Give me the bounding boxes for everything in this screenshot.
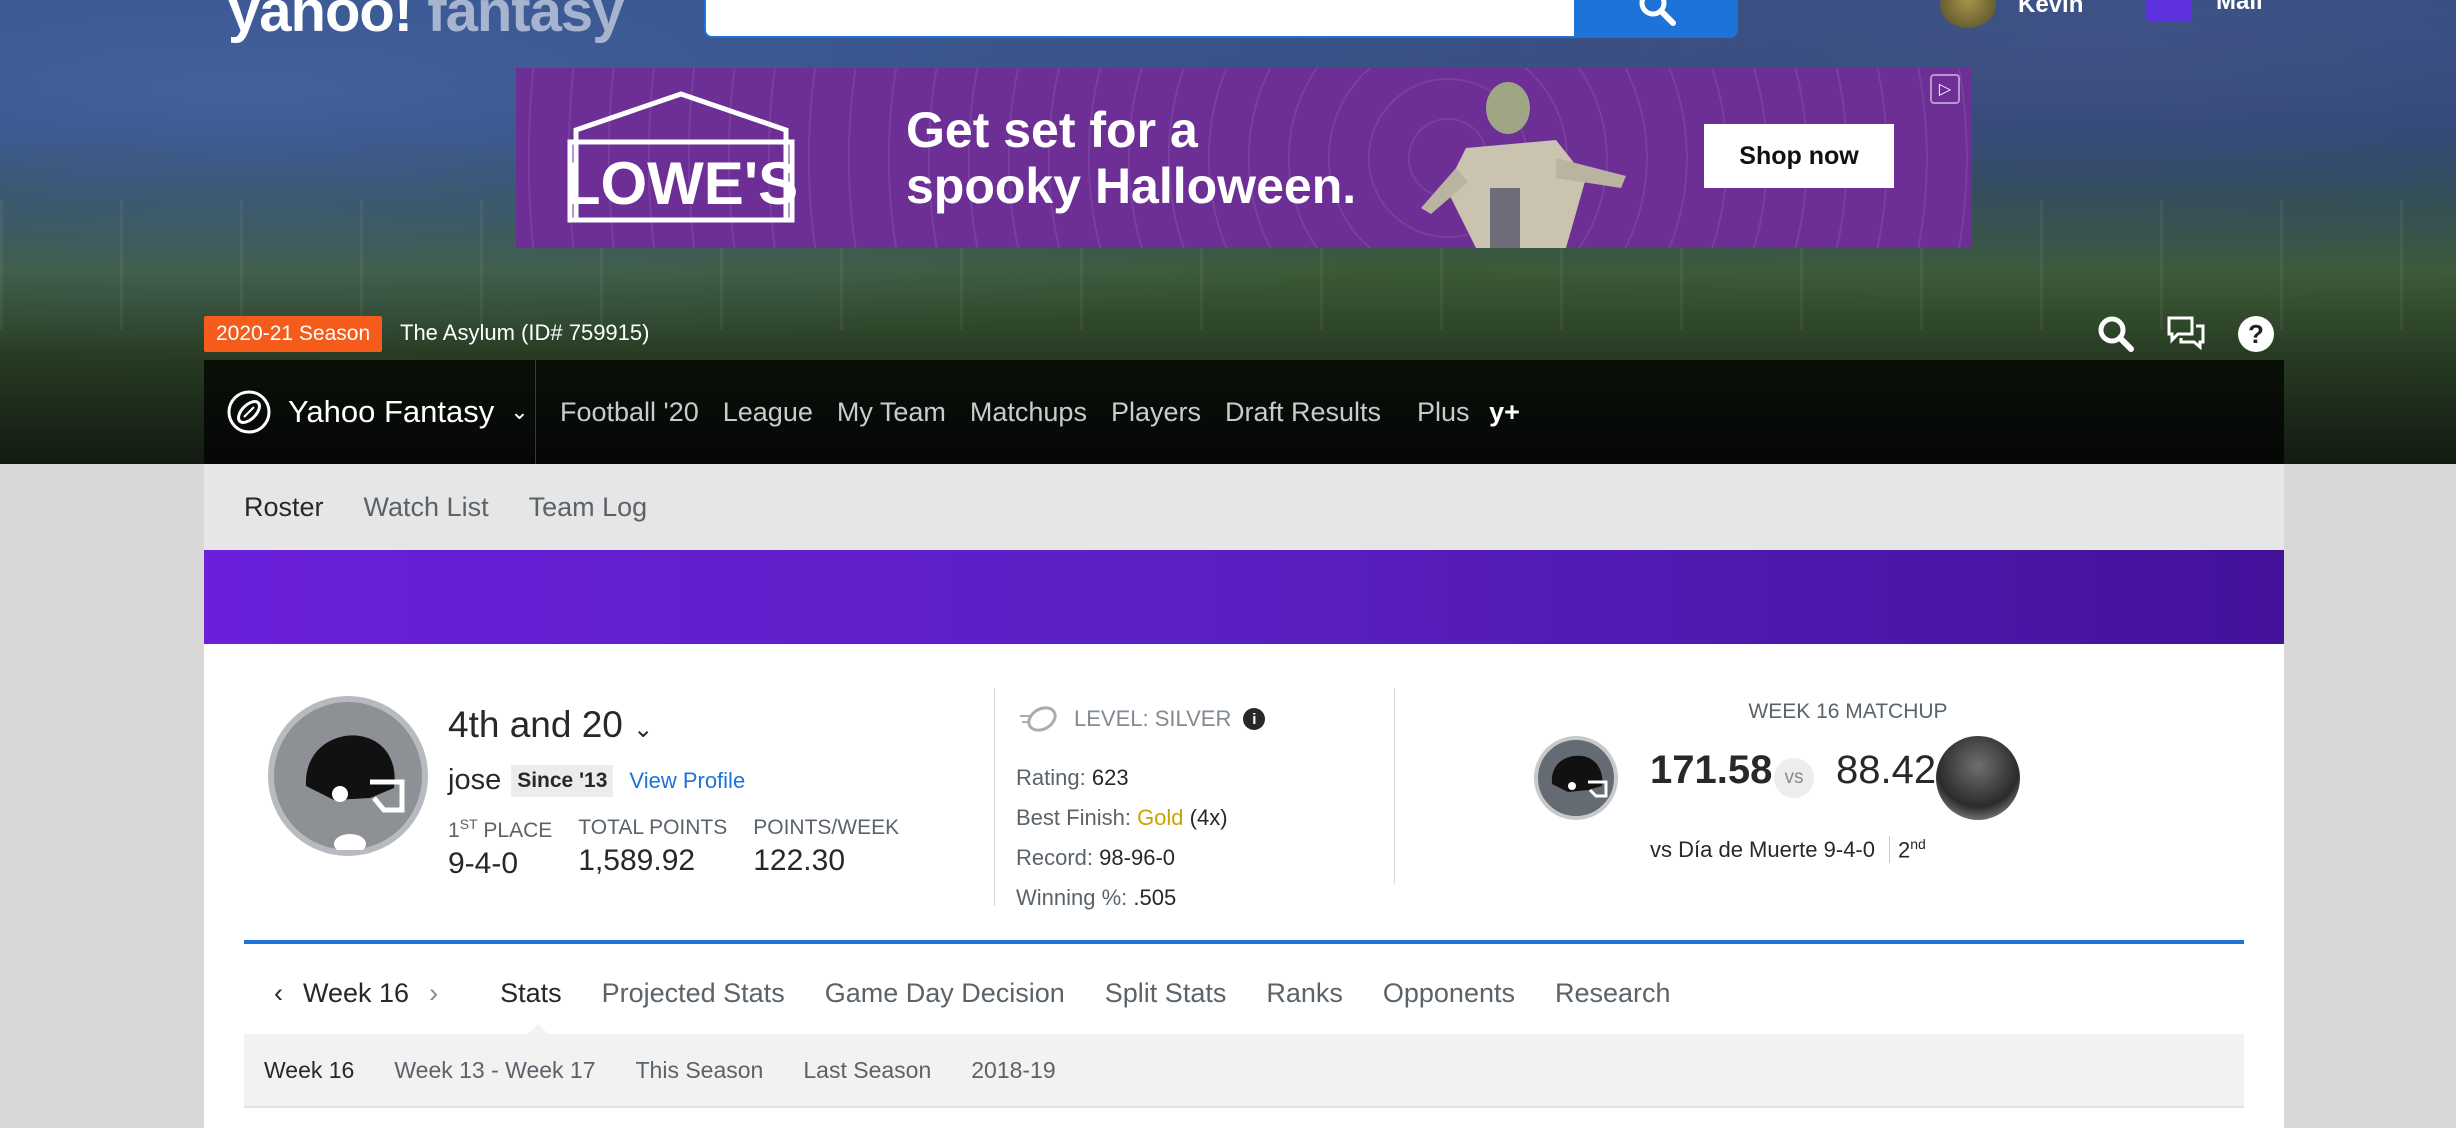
tab-game-day-decision[interactable]: Game Day Decision: [825, 978, 1065, 1009]
tab-roster[interactable]: Roster: [244, 492, 324, 523]
lowes-logo: LOWE'S: [564, 91, 798, 223]
shop-now-button[interactable]: Shop now: [1704, 124, 1894, 188]
opponent-rank: 2nd: [1888, 836, 1926, 864]
divider: [994, 688, 995, 906]
team-record: 9-4-0: [448, 847, 519, 880]
tab-ranks[interactable]: Ranks: [1266, 978, 1343, 1009]
yahoo-fantasy-menu[interactable]: Yahoo Fantasy ⌄: [204, 360, 536, 464]
tab-stats[interactable]: Stats: [500, 978, 562, 1009]
tab-projected-stats[interactable]: Projected Stats: [602, 978, 785, 1009]
section-divider: [244, 940, 2244, 944]
mail-icon: [2146, 0, 2192, 22]
chevron-down-icon: ⌄: [633, 716, 654, 743]
owner-info: jose Since '13 View Profile: [448, 764, 745, 797]
tab-split-stats[interactable]: Split Stats: [1105, 978, 1227, 1009]
divider: [1394, 688, 1395, 884]
league-name[interactable]: The Asylum (ID# 759915): [400, 320, 649, 346]
my-team-avatar[interactable]: [1534, 736, 1618, 820]
zombie-image: [1421, 82, 1626, 248]
record-row: Record: 98-96-0: [1016, 845, 1176, 870]
help-icon[interactable]: ?: [2236, 314, 2276, 359]
tab-research[interactable]: Research: [1555, 978, 1671, 1009]
main-nav: Yahoo Fantasy ⌄ Football '20 League My T…: [204, 360, 2284, 464]
chat-icon[interactable]: [2166, 314, 2206, 359]
nav-league[interactable]: League: [711, 397, 825, 428]
team-avatar[interactable]: [268, 696, 428, 856]
week-label: Week 16: [303, 978, 410, 1008]
vs-badge: vs: [1774, 758, 1814, 798]
total-points-value: 1,589.92: [578, 844, 696, 877]
search-input[interactable]: [704, 0, 1576, 38]
nav-players[interactable]: Players: [1099, 397, 1213, 428]
user-name: Kevin: [2018, 0, 2084, 18]
stats-tabs: ‹ Week 16 › Stats Projected Stats Game D…: [244, 978, 1671, 1009]
football-icon: [227, 390, 271, 434]
yahoo-fantasy-logo[interactable]: yahoo! fantasy: [228, 0, 624, 45]
svg-text:?: ?: [2248, 319, 2264, 349]
nav-draft-results[interactable]: Draft Results: [1213, 397, 1393, 428]
mail-link[interactable]: Mail: [2146, 0, 2263, 22]
svg-text:LOWE'S: LOWE'S: [564, 150, 798, 217]
winning-pct-row: Winning %: .505: [1016, 885, 1177, 910]
points-week-label: POINTS/WEEK: [753, 816, 900, 839]
ad-headline: Get set for a spooky Halloween.: [906, 102, 1357, 214]
sub-nav: Roster Watch List Team Log: [204, 464, 2284, 550]
opponent-name: vs Día de Muerte 9-4-0: [1650, 836, 1875, 862]
team-stats: 1ST PLACE 9-4-0 TOTAL POINTS 1,589.92 PO…: [448, 816, 899, 881]
level-info: LEVEL: SILVER i: [1018, 704, 1266, 734]
period-last-season[interactable]: Last Season: [803, 1057, 931, 1084]
best-finish-row: Best Finish: Gold (4x): [1016, 805, 1228, 830]
search-button[interactable]: [1576, 0, 1738, 38]
brand-label: Yahoo Fantasy: [288, 394, 495, 429]
content-panel: Roster Watch List Team Log 4th and 20 ⌄ …: [204, 464, 2284, 1128]
team-banner: [204, 550, 2284, 644]
mail-label: Mail: [2216, 0, 2263, 15]
period-2018-19[interactable]: 2018-19: [971, 1057, 1055, 1084]
manager-record: Rating: 623 Best Finish: Gold (4x) Recor…: [1016, 758, 1228, 918]
place-label: 1ST PLACE: [448, 816, 553, 842]
chevron-right-icon[interactable]: ›: [429, 978, 438, 1009]
helmet-icon: [305, 735, 405, 854]
user-menu[interactable]: Kevin: [1940, 0, 2083, 28]
period-week-16[interactable]: Week 16: [264, 1057, 354, 1084]
adchoices-icon[interactable]: ▷: [1930, 74, 1960, 104]
silver-level-icon: [1020, 706, 1057, 732]
nav-my-team[interactable]: My Team: [825, 397, 958, 428]
my-score: 171.58: [1650, 748, 1773, 792]
period-week-13-17[interactable]: Week 13 - Week 17: [394, 1057, 595, 1084]
nav-plus[interactable]: Plus y+: [1393, 397, 1532, 428]
helmet-icon: [1551, 755, 1608, 798]
nav-football[interactable]: Football '20: [548, 397, 711, 428]
avatar: [1940, 0, 1996, 28]
advertisement[interactable]: LOWE'S Get set for a spooky Halloween. S…: [516, 68, 1972, 248]
chevron-down-icon: ⌄: [510, 399, 529, 424]
header-icons: ?: [2096, 314, 2276, 359]
search-icon[interactable]: [2096, 314, 2136, 359]
period-this-season[interactable]: This Season: [636, 1057, 764, 1084]
stats-period-tabs: Week 16 Week 13 - Week 17 This Season La…: [244, 1034, 2244, 1108]
season-badge: 2020-21 Season: [204, 316, 383, 352]
matchup-title: WEEK 16 MATCHUP: [1748, 700, 1948, 723]
opponent-avatar[interactable]: [1936, 736, 2020, 820]
nav-matchups[interactable]: Matchups: [958, 397, 1099, 428]
nav-links: Football '20 League My Team Matchups Pla…: [548, 397, 1532, 428]
opponent-score: 88.42: [1836, 748, 1937, 792]
opponent-info[interactable]: vs Día de Muerte 9-4-0 2nd: [1650, 836, 1926, 864]
tab-opponents[interactable]: Opponents: [1383, 978, 1515, 1009]
tab-watch-list[interactable]: Watch List: [364, 492, 489, 523]
active-tab-indicator: [528, 1024, 548, 1034]
since-badge: Since '13: [511, 764, 614, 797]
search-icon: [1639, 0, 1676, 26]
owner-name: jose: [448, 764, 502, 796]
info-icon[interactable]: i: [1243, 708, 1266, 730]
rating-row: Rating: 623: [1016, 765, 1129, 790]
view-profile-link[interactable]: View Profile: [629, 768, 745, 794]
chevron-left-icon[interactable]: ‹: [274, 978, 283, 1009]
total-points-label: TOTAL POINTS: [578, 816, 728, 839]
week-selector[interactable]: ‹ Week 16 ›: [274, 978, 438, 1009]
tab-team-log[interactable]: Team Log: [529, 492, 648, 523]
points-week-value: 122.30: [753, 844, 846, 877]
team-name-dropdown[interactable]: 4th and 20 ⌄: [448, 704, 653, 746]
level-label: LEVEL: SILVER: [1074, 706, 1232, 731]
